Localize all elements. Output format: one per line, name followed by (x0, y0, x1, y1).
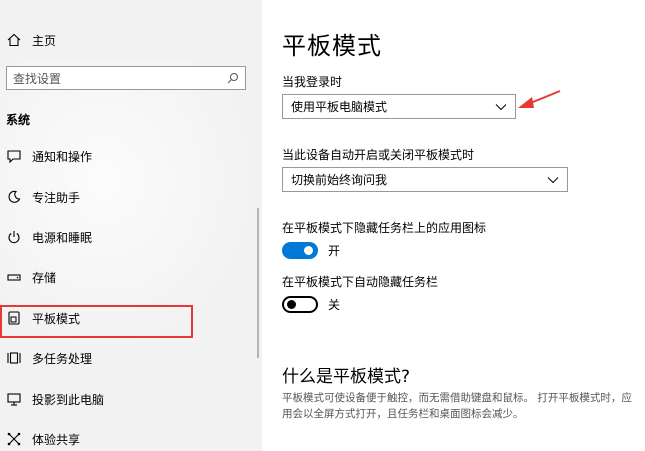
sidebar-item-multitasking[interactable]: 多任务处理 (6, 348, 92, 368)
sidebar-home[interactable]: 主页 (6, 30, 56, 50)
sidebar-item-project-to-pc[interactable]: 投影到此电脑 (6, 389, 104, 409)
section-title: 系统 (6, 113, 31, 127)
sidebar-item-label: 体验共享 (32, 432, 81, 447)
auto-switch-value: 切换前始终询问我 (291, 173, 388, 187)
auto-hide-state: 关 (328, 297, 341, 312)
auto-hide-toggle-row: 关 (282, 294, 340, 314)
auto-switch-label: 当此设备自动开启或关闭平板模式时 (282, 148, 475, 162)
sidebar-home-label: 主页 (32, 33, 57, 48)
main-content: 平板模式 当我登录时 使用平板电脑模式 当此设备自动开启或关闭平板模式时 切换前… (262, 0, 645, 451)
multitask-icon (6, 350, 22, 366)
auto-switch-dropdown[interactable]: 切换前始终询问我 (282, 167, 568, 192)
hide-icons-state: 开 (328, 243, 341, 258)
search-input[interactable]: 查找设置 (13, 70, 61, 87)
annotation-arrow-icon (518, 90, 561, 108)
hide-icons-toggle[interactable] (282, 241, 318, 259)
power-icon (6, 229, 22, 245)
sidebar-item-shared-experiences[interactable]: 体验共享 (6, 429, 80, 449)
sidebar-item-label: 投影到此电脑 (32, 392, 105, 407)
sidebar-item-label: 电源和睡眠 (32, 230, 93, 245)
notification-icon (6, 148, 22, 164)
auto-hide-toggle[interactable] (282, 295, 318, 313)
share-icon (6, 431, 22, 447)
sidebar: 主页 查找设置 系统 通知和操作 专注助手 电源和睡眠 存储 平板模式 多任务处… (0, 0, 262, 451)
page-title: 平板模式 (282, 32, 382, 60)
sidebar-item-label: 多任务处理 (32, 351, 93, 366)
sidebar-item-storage[interactable]: 存储 (6, 267, 56, 287)
project-icon (6, 391, 22, 407)
selected-item-highlight (0, 305, 193, 338)
login-mode-value: 使用平板电脑模式 (291, 100, 388, 114)
moon-icon (6, 189, 22, 205)
sidebar-item-label: 存储 (32, 270, 57, 285)
sidebar-scrollbar[interactable] (257, 208, 259, 358)
what-is-description: 平板模式可使设备便于触控，而无需借助键盘和鼠标。 打开平板模式时，应用会以全屏方… (282, 392, 632, 420)
settings-search[interactable]: 查找设置 (6, 66, 246, 90)
storage-icon (6, 269, 22, 285)
sidebar-item-notifications[interactable]: 通知和操作 (6, 146, 92, 166)
login-label: 当我登录时 (282, 75, 343, 89)
login-mode-dropdown[interactable]: 使用平板电脑模式 (282, 94, 516, 119)
home-icon (6, 32, 22, 48)
chevron-down-icon (547, 174, 559, 186)
sidebar-item-focus-assist[interactable]: 专注助手 (6, 187, 80, 207)
sidebar-item-power-sleep[interactable]: 电源和睡眠 (6, 227, 92, 247)
auto-hide-label: 在平板模式下自动隐藏任务栏 (282, 275, 439, 289)
sidebar-item-label: 通知和操作 (32, 149, 93, 164)
what-is-heading: 什么是平板模式? (282, 367, 411, 387)
search-icon[interactable] (227, 72, 239, 84)
sidebar-item-label: 专注助手 (32, 190, 81, 205)
hide-icons-toggle-row: 开 (282, 240, 340, 260)
hide-icons-label: 在平板模式下隐藏任务栏上的应用图标 (282, 221, 487, 235)
chevron-down-icon (495, 101, 507, 113)
